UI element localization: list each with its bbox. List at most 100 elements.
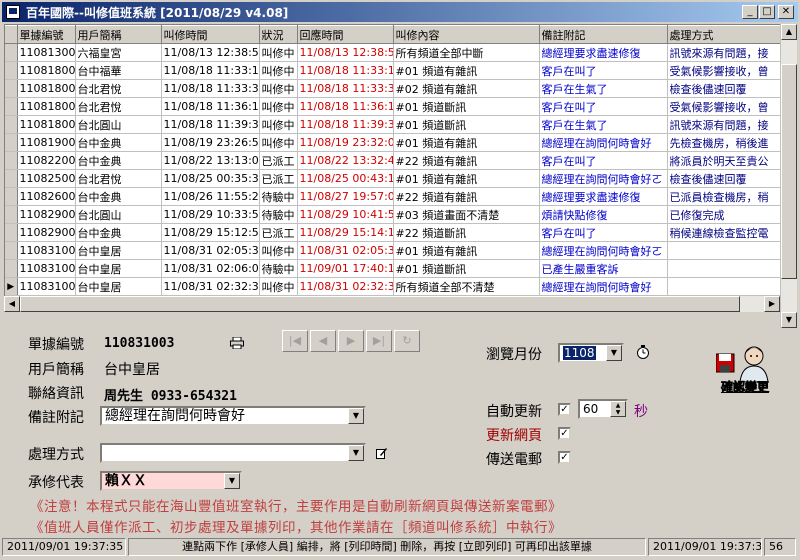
table-cell[interactable]: 台中福華 xyxy=(75,61,162,80)
table-cell[interactable]: 110818004 xyxy=(17,115,76,134)
table-cell[interactable]: 檢查後儘速回覆 xyxy=(667,169,781,188)
row-indicator[interactable] xyxy=(5,259,18,278)
table-cell[interactable]: 叫修中 xyxy=(259,61,298,80)
table-cell[interactable]: 總經理在詢問何時會好 xyxy=(539,277,668,296)
table-cell[interactable]: #01 頻道有雜訊 xyxy=(393,61,540,80)
table-cell[interactable]: 110818002 xyxy=(17,79,76,98)
table-cell[interactable]: 台北君悅 xyxy=(75,97,162,116)
column-header[interactable]: 單據編號 xyxy=(17,25,76,44)
table-cell[interactable]: 叫修中 xyxy=(259,43,298,62)
table-cell[interactable]: 11/08/29 10:41:59 xyxy=(297,205,394,224)
table-cell[interactable]: #22 頻道有雜訊 xyxy=(393,187,540,206)
table-cell[interactable]: #01 頻道有雜訊 xyxy=(393,241,540,260)
table-cell[interactable]: 已修復完成 xyxy=(667,205,781,224)
table-cell[interactable]: 待驗中 xyxy=(259,205,298,224)
table-cell[interactable]: 叫修中 xyxy=(259,97,298,116)
call-grid[interactable]: 單據編號 用戶簡稱 叫修時間 狀況 回應時間 叫修內容 備註附記 處理方式 11… xyxy=(4,24,782,298)
remark-combo[interactable]: 總經理在詢問何時會好 ▼ xyxy=(100,406,366,426)
table-cell[interactable]: 11/08/31 02:05:36 xyxy=(297,241,394,260)
table-cell[interactable]: 11/08/31 02:05:36 xyxy=(161,241,260,260)
table-cell[interactable]: 叫修中 xyxy=(259,79,298,98)
table-cell[interactable]: 110825001 xyxy=(17,169,76,188)
scroll-up-icon[interactable]: ▲ xyxy=(781,24,797,40)
table-cell[interactable]: 11/08/29 15:14:19 xyxy=(297,223,394,242)
row-indicator[interactable] xyxy=(5,79,18,98)
table-cell[interactable]: 客戶在生氣了 xyxy=(539,115,668,134)
table-cell[interactable]: 已派工 xyxy=(259,223,298,242)
last-record-button[interactable]: ▶| xyxy=(366,330,392,352)
table-cell[interactable]: 11/08/31 02:32:37 xyxy=(161,277,260,296)
handling-combo[interactable]: ▼ xyxy=(100,443,366,463)
table-cell[interactable]: 11/08/25 00:35:38 xyxy=(161,169,260,188)
table-cell[interactable]: #22 頻道斷訊 xyxy=(393,223,540,242)
table-cell[interactable]: 11/08/22 13:32:48 xyxy=(297,151,394,170)
agent-combo[interactable]: 賴ＸＸ ▼ xyxy=(100,471,242,491)
table-cell[interactable]: 訊號來源有問題，接 xyxy=(667,43,781,62)
table-cell[interactable]: 待驗中 xyxy=(259,259,298,278)
table-cell[interactable]: 總經理要求盡速修復 xyxy=(539,43,668,62)
table-cell[interactable]: 110831001 xyxy=(17,241,76,260)
auto-refresh-seconds[interactable]: 60 ▲ ▼ xyxy=(578,399,628,419)
table-cell[interactable]: 台中金典 xyxy=(75,151,162,170)
table-cell[interactable] xyxy=(667,259,781,278)
table-row[interactable]: 110829002台中金典11/08/29 15:12:57已派工11/08/2… xyxy=(5,223,781,242)
table-cell[interactable]: 訊號來源有問題，接 xyxy=(667,115,781,134)
table-cell[interactable]: 11/08/27 19:57:09 xyxy=(297,187,394,206)
table-cell[interactable]: 11/08/25 00:43:18 xyxy=(297,169,394,188)
table-cell[interactable]: 110831002 xyxy=(17,259,76,278)
table-row[interactable]: 110818003台北君悅11/08/18 11:36:10叫修中11/08/1… xyxy=(5,97,781,116)
row-indicator[interactable] xyxy=(5,97,18,116)
table-cell[interactable]: 受氣候影響接收，曾 xyxy=(667,97,781,116)
table-cell[interactable]: 台北圓山 xyxy=(75,115,162,134)
send-email-checkbox[interactable]: ✓ xyxy=(558,451,571,464)
table-row[interactable]: 110826001台中金典11/08/26 11:55:23待驗中11/08/2… xyxy=(5,187,781,206)
table-cell[interactable]: 台北君悅 xyxy=(75,79,162,98)
table-cell[interactable]: 11/08/18 11:39:39 xyxy=(297,115,394,134)
column-header[interactable]: 處理方式 xyxy=(667,25,781,44)
vertical-scrollbar[interactable]: ▲ ▼ xyxy=(780,24,797,328)
first-record-button[interactable]: |◀ xyxy=(282,330,308,352)
table-cell[interactable]: 11/08/18 11:33:14 xyxy=(297,61,394,80)
table-cell[interactable]: 110831003 xyxy=(17,277,76,296)
table-cell[interactable]: 受氣候影響接收，曾 xyxy=(667,61,781,80)
row-indicator[interactable] xyxy=(5,205,18,224)
table-cell[interactable]: #02 頻道有雜訊 xyxy=(393,79,540,98)
table-cell[interactable]: 110818003 xyxy=(17,97,76,116)
table-cell[interactable]: 110819001 xyxy=(17,133,76,152)
table-cell[interactable]: 11/08/29 10:33:52 xyxy=(161,205,260,224)
table-cell[interactable]: 叫修中 xyxy=(259,241,298,260)
table-cell[interactable]: 檢查後儘速回覆 xyxy=(667,79,781,98)
refresh-page-checkbox[interactable]: ✓ xyxy=(558,427,571,440)
table-cell[interactable]: 11/08/18 11:33:36 xyxy=(297,79,394,98)
maximize-button[interactable]: □ xyxy=(759,5,775,19)
table-cell[interactable]: 所有頻道全部不清楚 xyxy=(393,277,540,296)
row-indicator[interactable]: ▶ xyxy=(5,277,18,296)
table-row[interactable]: 110818004台北圓山11/08/18 11:39:39叫修中11/08/1… xyxy=(5,115,781,134)
table-row[interactable]: 110813003六福皇宮11/08/13 12:38:53叫修中11/08/1… xyxy=(5,43,781,62)
table-row[interactable]: 110818001台中福華11/08/18 11:33:14叫修中11/08/1… xyxy=(5,61,781,80)
table-row[interactable]: 110829001台北圓山11/08/29 10:33:52待驗中11/08/2… xyxy=(5,205,781,224)
row-indicator[interactable] xyxy=(5,133,18,152)
table-cell[interactable]: 客戶在叫了 xyxy=(539,223,668,242)
auto-refresh-checkbox[interactable]: ✓ xyxy=(558,403,571,416)
table-cell[interactable]: 客戶在叫了 xyxy=(539,151,668,170)
table-cell[interactable]: 待驗中 xyxy=(259,187,298,206)
minimize-button[interactable]: _ xyxy=(742,5,758,19)
table-cell[interactable]: 總經理在詢問何時會好ㄛ xyxy=(539,241,668,260)
table-cell[interactable]: 110826001 xyxy=(17,187,76,206)
table-cell[interactable]: 先檢查機房，稍後進 xyxy=(667,133,781,152)
horizontal-scrollbar[interactable]: ◀ ▶ xyxy=(4,296,780,312)
chevron-down-icon[interactable]: ▼ xyxy=(348,445,364,461)
row-indicator[interactable] xyxy=(5,223,18,242)
table-cell[interactable]: 11/08/31 02:06:05 xyxy=(161,259,260,278)
table-cell[interactable]: 總經理在詢問何時會好 xyxy=(539,133,668,152)
table-cell[interactable]: 煩請快點修復 xyxy=(539,205,668,224)
table-cell[interactable]: 叫修中 xyxy=(259,133,298,152)
table-cell[interactable]: 11/08/18 11:33:14 xyxy=(161,61,260,80)
table-cell[interactable]: 110813003 xyxy=(17,43,76,62)
month-combo[interactable]: 1108 ▼ xyxy=(558,343,624,363)
table-cell[interactable] xyxy=(667,241,781,260)
table-row[interactable]: 110818002台北君悅11/08/18 11:33:36叫修中11/08/1… xyxy=(5,79,781,98)
spin-icon[interactable]: ▲ ▼ xyxy=(610,401,626,417)
table-row[interactable]: 110822001台中金典11/08/22 13:13:07已派工11/08/2… xyxy=(5,151,781,170)
